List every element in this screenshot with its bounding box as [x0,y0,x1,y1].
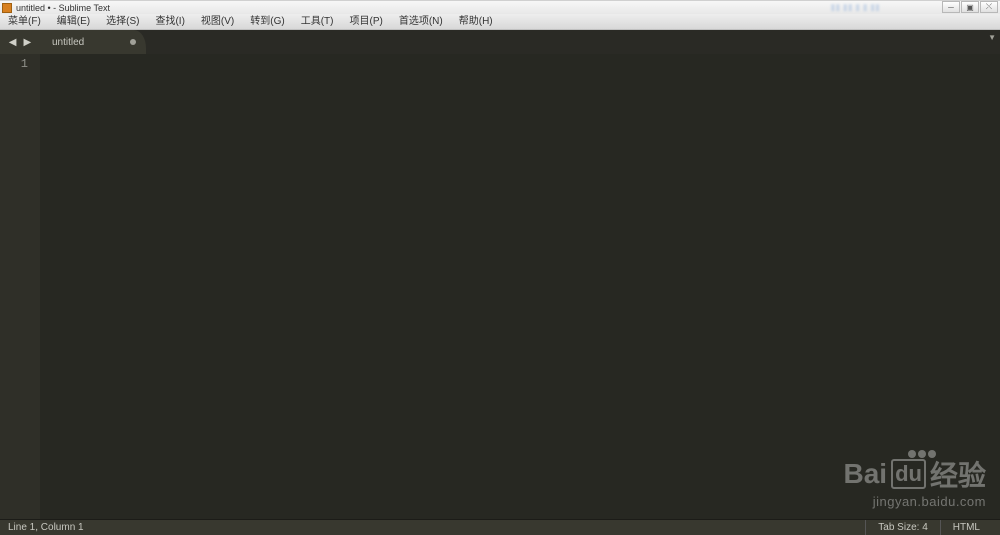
tabbar: ◀ ▶ untitled ▼ [0,30,1000,54]
statusbar: Line 1, Column 1 Tab Size: 4 HTML [0,519,1000,535]
app-icon [2,3,12,13]
window-controls: ─ ▣ ⤬ [942,1,998,13]
maximize-button[interactable]: ▣ [961,1,979,13]
menu-view[interactable]: 视图(V) [193,14,242,30]
status-tab-size[interactable]: Tab Size: 4 [865,520,939,535]
menubar: 菜单(F) 编辑(E) 选择(S) 查找(I) 视图(V) 转到(G) 工具(T… [0,14,1000,30]
tab-untitled[interactable]: untitled [38,30,146,54]
tab-overflow-icon[interactable]: ▼ [988,33,996,42]
tab-label: untitled [52,37,84,48]
nav-back-icon[interactable]: ◀ [7,37,19,48]
window-titlebar: untitled • - Sublime Text ▮▮ ▮▮ ▮ ▮ ▮▮ ─… [0,0,1000,14]
background-blur: ▮▮ ▮▮ ▮ ▮ ▮▮ [830,2,880,13]
nav-arrows: ◀ ▶ [0,30,40,54]
menu-project[interactable]: 项目(P) [342,14,391,30]
status-syntax[interactable]: HTML [940,520,992,535]
status-position[interactable]: Line 1, Column 1 [8,522,865,533]
menu-select[interactable]: 选择(S) [98,14,147,30]
code-area[interactable] [40,54,1000,519]
minimize-button[interactable]: ─ [942,1,960,13]
nav-forward-icon[interactable]: ▶ [22,37,34,48]
menu-file[interactable]: 菜单(F) [0,14,49,30]
dirty-indicator-icon [130,39,136,45]
line-number: 1 [0,56,40,72]
menu-preferences[interactable]: 首选项(N) [391,14,451,30]
menu-help[interactable]: 帮助(H) [451,14,501,30]
menu-edit[interactable]: 编辑(E) [49,14,98,30]
menu-find[interactable]: 查找(I) [147,14,192,30]
editor: 1 Baidu 经验 jingyan.baidu.com [0,54,1000,519]
window-title: untitled • - Sublime Text [16,3,110,13]
close-button[interactable]: ⤬ [980,1,998,13]
menu-tools[interactable]: 工具(T) [293,14,342,30]
menu-goto[interactable]: 转到(G) [242,14,292,30]
gutter: 1 [0,54,40,519]
